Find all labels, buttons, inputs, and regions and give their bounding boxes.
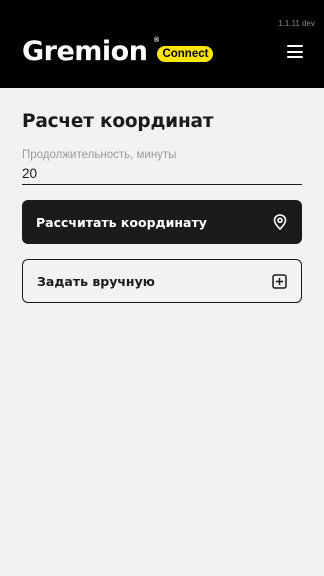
logo-text: Gremion	[22, 36, 148, 67]
calculate-coordinate-label: Рассчитать координату	[36, 214, 207, 230]
page-title: Расчет координат	[22, 111, 214, 132]
duration-label: Продолжительность, минуты	[22, 149, 177, 161]
app-logo: Gremion ® Connect	[22, 36, 214, 67]
connect-badge: Connect	[157, 45, 214, 62]
hamburger-menu-icon[interactable]	[287, 45, 303, 58]
set-manually-label: Задать вручную	[37, 273, 155, 289]
set-manually-button[interactable]: Задать вручную	[22, 259, 302, 303]
registered-mark: ®	[154, 37, 160, 44]
calculate-coordinate-button[interactable]: Рассчитать координату	[22, 200, 302, 244]
app-header: 1.1.11 dev Gremion ® Connect	[0, 0, 324, 88]
plus-square-icon	[271, 273, 287, 289]
location-pin-icon	[272, 214, 288, 230]
duration-input[interactable]	[22, 163, 302, 185]
version-label: 1.1.11 dev	[278, 19, 315, 28]
